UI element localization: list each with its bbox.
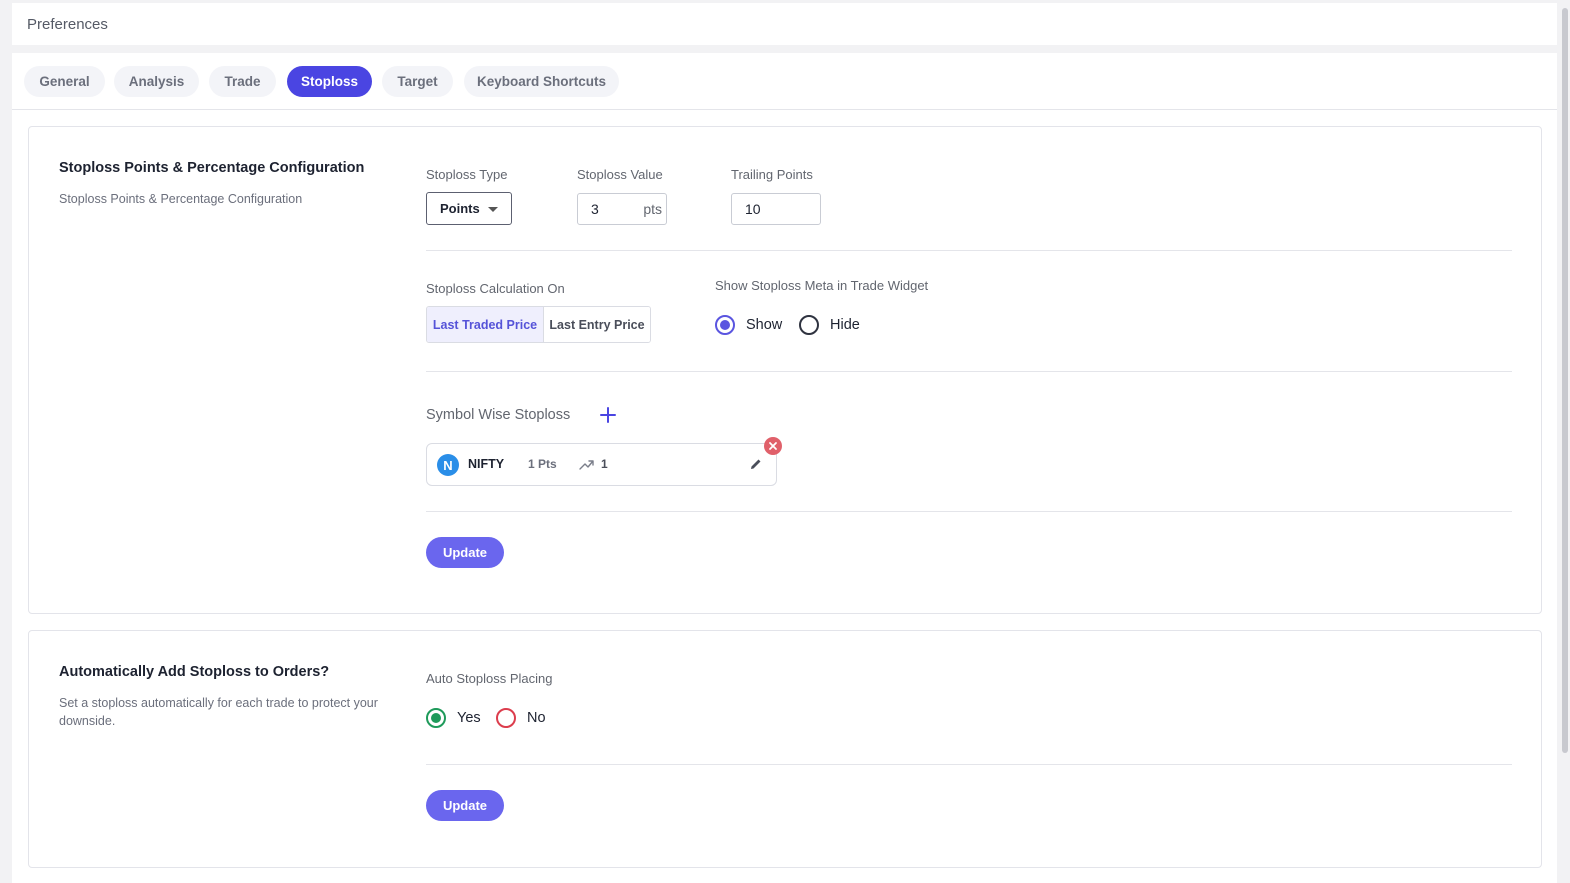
radio-selected-icon (426, 708, 446, 728)
stoploss-value-unit: pts (643, 201, 662, 217)
hide-radio[interactable]: Hide (799, 315, 860, 335)
symbol-stoploss-item: N NIFTY 1 Pts 1 (426, 437, 782, 486)
last-entry-price-option[interactable]: Last Entry Price (544, 307, 650, 342)
page-title: Preferences (27, 16, 108, 33)
edit-icon[interactable] (749, 457, 763, 471)
tab-trade[interactable]: Trade (209, 66, 276, 97)
caret-down-icon (488, 207, 498, 212)
update-button[interactable]: Update (426, 790, 504, 821)
radio-selected-icon (715, 315, 735, 335)
tab-target[interactable]: Target (382, 66, 453, 97)
trailing-points-text: 10 (745, 201, 761, 217)
last-traded-price-option[interactable]: Last Traded Price (427, 307, 544, 342)
symbol-points: 1 Pts (528, 457, 557, 471)
divider (426, 250, 1512, 251)
section-title: Stoploss Points & Percentage Configurati… (59, 160, 365, 176)
stoploss-type-label: Stoploss Type (426, 167, 508, 182)
section-description: Set a stoploss automatically for each tr… (59, 696, 378, 728)
symbol-trailing: 1 (601, 457, 608, 471)
symbol-name: NIFTY (468, 457, 505, 471)
stoploss-type-value: Points (440, 201, 480, 216)
tab-analysis[interactable]: Analysis (114, 66, 199, 97)
trailing-points-label: Trailing Points (731, 167, 813, 182)
preferences-panel: General Analysis Trade Stoploss Target K… (12, 53, 1557, 883)
add-symbol-icon[interactable] (599, 406, 617, 424)
tab-general[interactable]: General (24, 66, 105, 97)
yes-radio[interactable]: Yes (426, 708, 481, 728)
scrollbar[interactable] (1560, 0, 1570, 883)
radio-unselected-icon (799, 315, 819, 335)
no-radio[interactable]: No (496, 708, 546, 728)
stoploss-type-select[interactable]: Points (426, 192, 512, 225)
stoploss-value-input[interactable]: 3 pts (577, 193, 667, 225)
tab-bar: General Analysis Trade Stoploss Target K… (12, 53, 1557, 110)
page-header: Preferences (12, 3, 1557, 45)
stoploss-value-text: 3 (591, 201, 599, 217)
trailing-points-input[interactable]: 10 (731, 193, 821, 225)
remove-symbol-icon[interactable] (764, 437, 782, 455)
divider (426, 371, 1512, 372)
tab-keyboard-shortcuts[interactable]: Keyboard Shortcuts (464, 66, 619, 97)
tab-stoploss[interactable]: Stoploss (287, 66, 372, 97)
show-radio[interactable]: Show (715, 315, 782, 335)
divider (426, 511, 1512, 512)
no-radio-label: No (527, 710, 546, 726)
show-radio-label: Show (746, 317, 783, 333)
stoploss-value-label: Stoploss Value (577, 167, 663, 182)
yes-radio-label: Yes (457, 710, 481, 726)
auto-placing-label: Auto Stoploss Placing (426, 671, 553, 686)
section-description: Stoploss Points & Percentage Configurati… (59, 192, 303, 206)
symbol-avatar: N (437, 454, 459, 476)
radio-unselected-icon (496, 708, 516, 728)
symbol-wise-label: Symbol Wise Stoploss (426, 407, 571, 423)
hide-radio-label: Hide (830, 317, 860, 333)
show-meta-label: Show Stoploss Meta in Trade Widget (715, 278, 929, 293)
calculation-on-toggle: Last Traded Price Last Entry Price (426, 306, 651, 343)
section-title: Automatically Add Stoploss to Orders? (59, 664, 330, 680)
stoploss-config-card: Stoploss Points & Percentage Configurati… (28, 126, 1542, 614)
auto-stoploss-card: Automatically Add Stoploss to Orders? Se… (28, 630, 1542, 868)
update-button[interactable]: Update (426, 537, 504, 568)
calculation-on-label: Stoploss Calculation On (426, 281, 565, 296)
scrollbar-thumb[interactable] (1562, 8, 1568, 753)
trending-up-icon (579, 460, 594, 470)
divider (426, 764, 1512, 765)
